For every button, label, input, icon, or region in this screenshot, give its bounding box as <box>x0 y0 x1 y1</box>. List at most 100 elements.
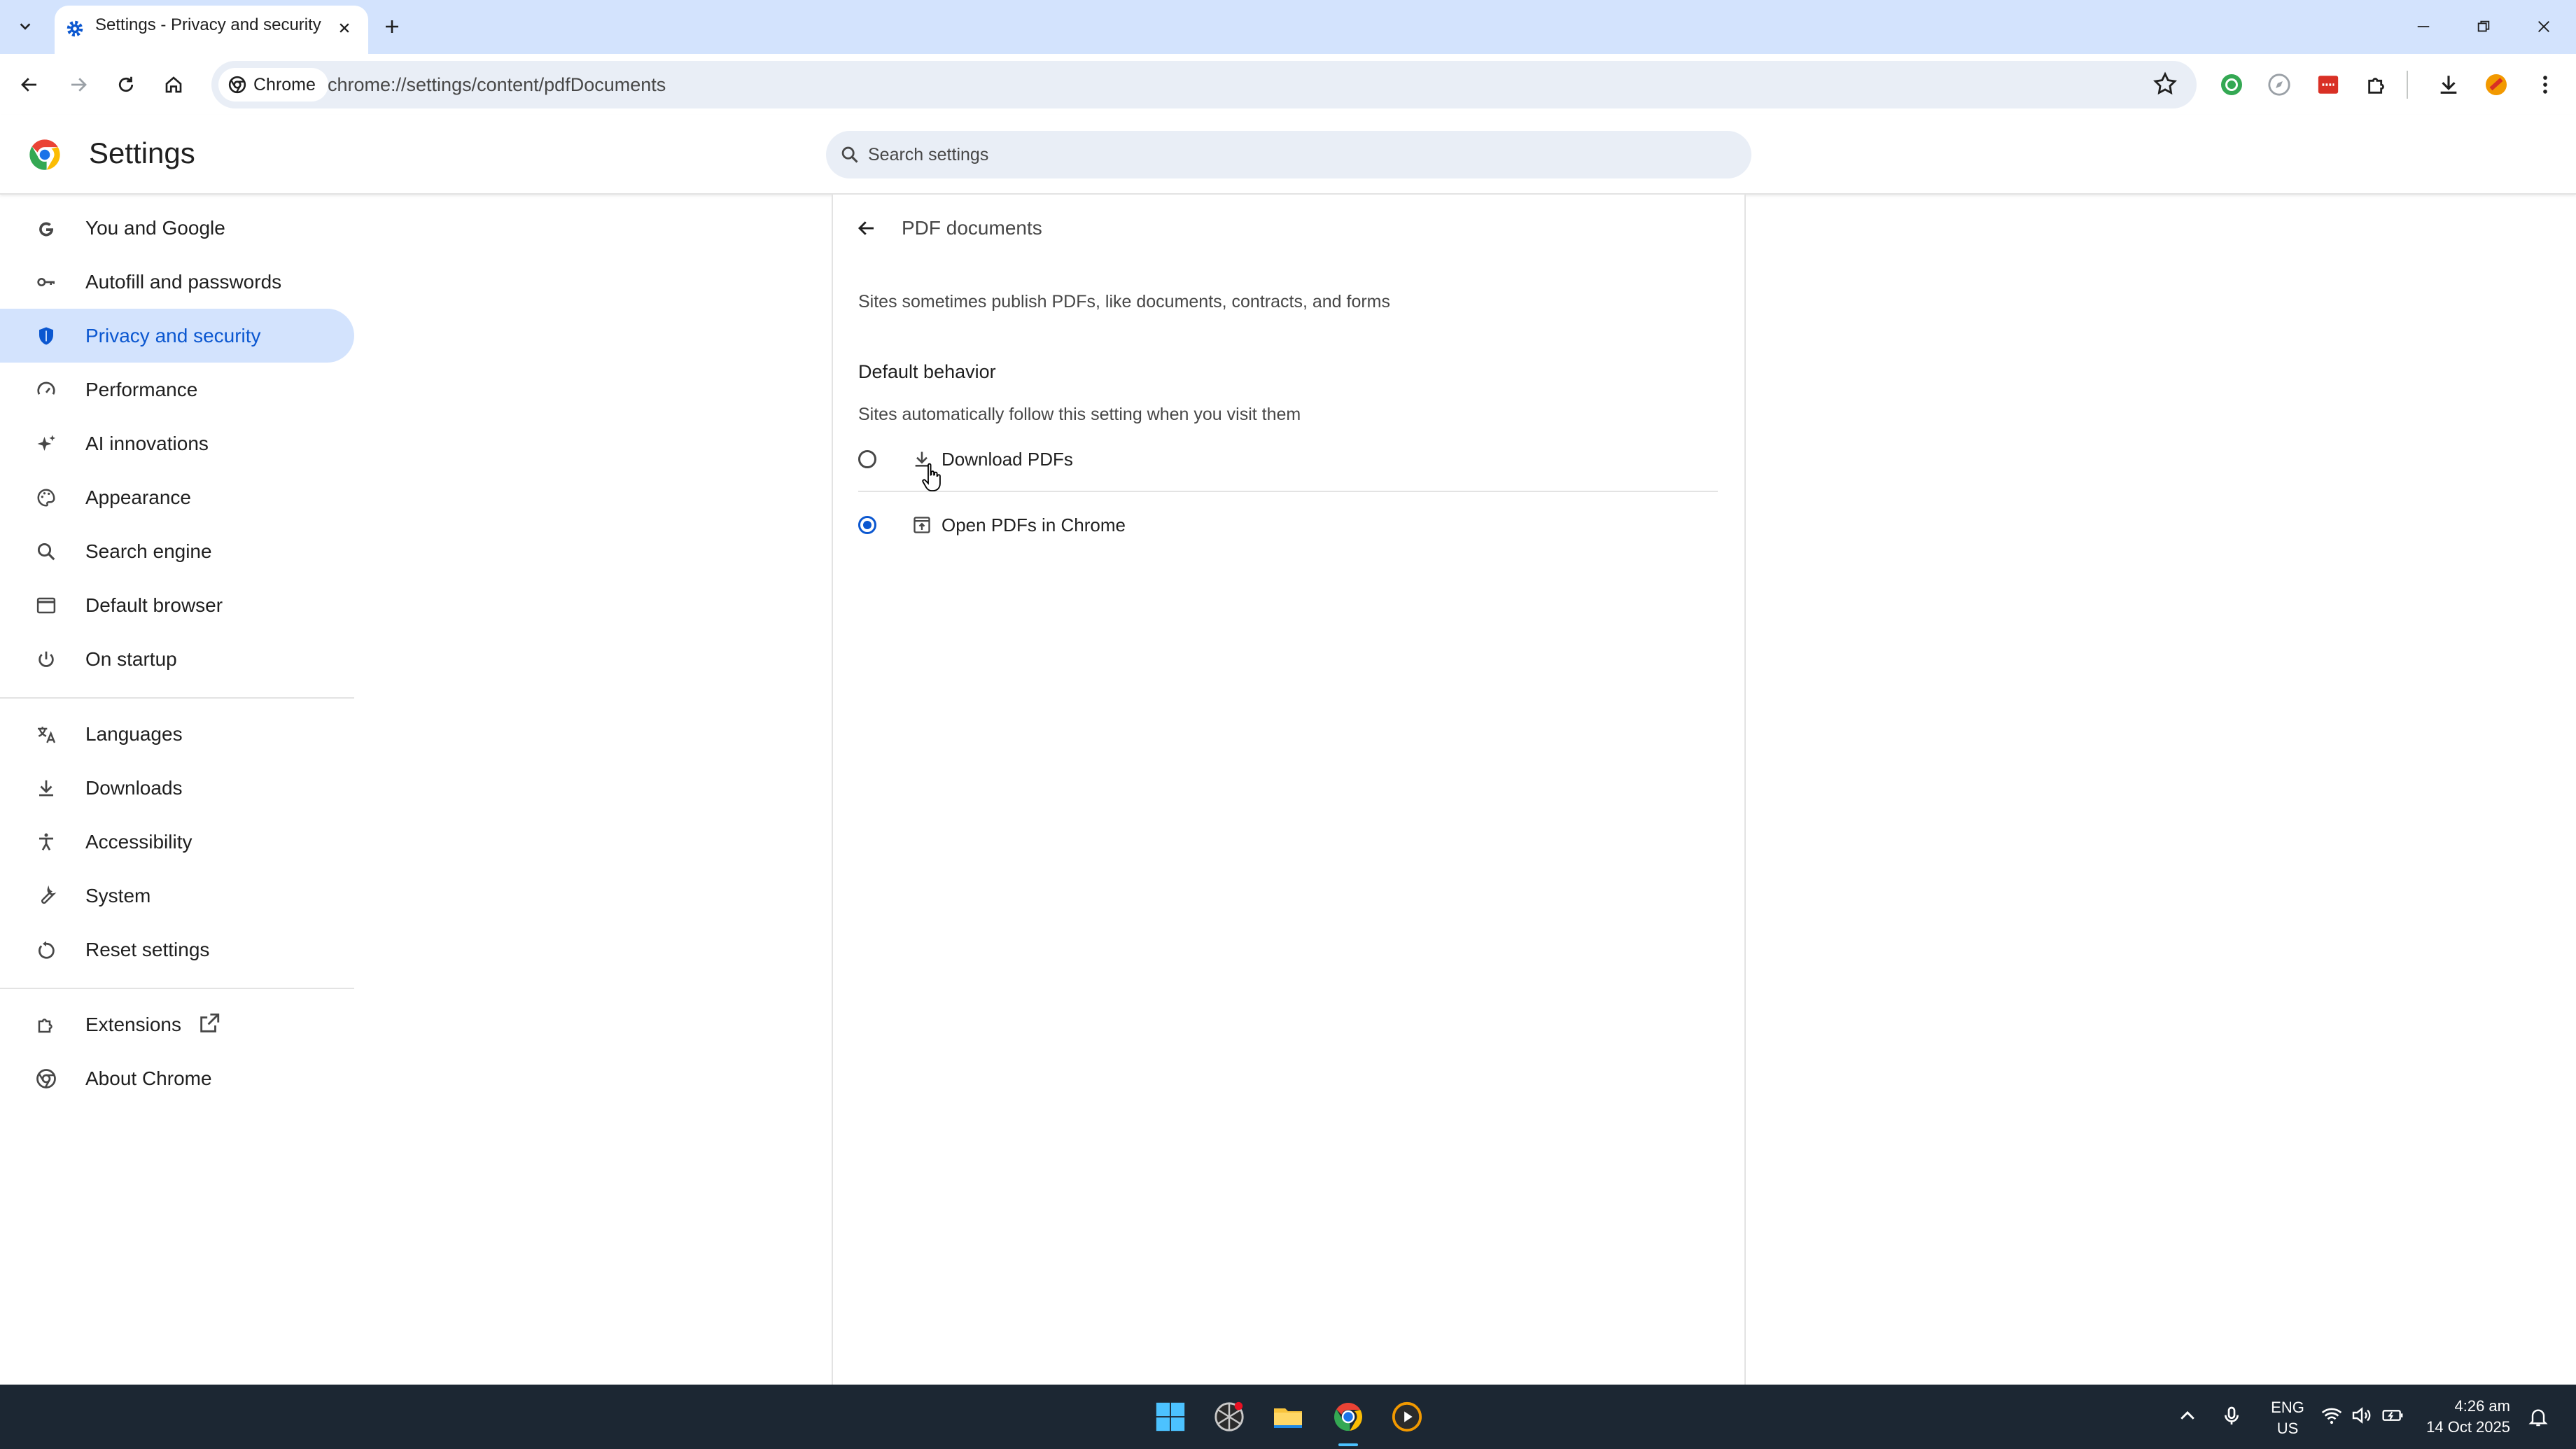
settings-search-input[interactable]: Search settings <box>826 131 1751 178</box>
sidebar-item-performance[interactable]: Performance <box>0 363 354 416</box>
plus-icon <box>384 18 400 35</box>
bookmark-star-icon[interactable] <box>2152 71 2178 97</box>
taskbar-app-chrome[interactable] <box>1327 1396 1369 1438</box>
power-icon <box>32 645 60 673</box>
hand-cursor-icon <box>920 462 945 494</box>
volume-icon[interactable] <box>2351 1404 2373 1427</box>
open-in-browser-icon <box>910 513 934 537</box>
chevron-up-icon[interactable] <box>2177 1406 2198 1427</box>
start-button[interactable] <box>1149 1396 1191 1438</box>
close-tab-icon[interactable] <box>330 14 358 42</box>
sidebar-item-label: You and Google <box>85 216 225 239</box>
search-icon <box>32 538 60 566</box>
sidebar-item-label: Extensions <box>85 1013 181 1035</box>
sidebar-item-on-startup[interactable]: On startup <box>0 632 354 686</box>
sidebar-item-label: System <box>85 884 151 906</box>
sidebar-item-languages[interactable]: Languages <box>0 707 354 761</box>
option-label: Download PDFs <box>941 449 1073 470</box>
translate-icon <box>32 720 60 748</box>
search-placeholder: Search settings <box>868 145 989 164</box>
site-info-chip[interactable]: Chrome <box>218 68 328 102</box>
taskbar-app-copilot[interactable] <box>1208 1396 1250 1438</box>
taskbar-app-media-player[interactable] <box>1386 1396 1428 1438</box>
extension-green-button[interactable] <box>2212 65 2251 104</box>
forward-button[interactable] <box>59 65 98 104</box>
microphone-icon[interactable] <box>2220 1404 2243 1428</box>
sidebar-item-label: Languages <box>85 722 183 745</box>
new-tab-button[interactable] <box>375 11 409 42</box>
sidebar-item-accessibility[interactable]: Accessibility <box>0 815 354 869</box>
page-title: PDF documents <box>902 217 1042 239</box>
sidebar-item-reset-settings[interactable]: Reset settings <box>0 923 354 976</box>
more-vert-icon <box>2533 73 2557 97</box>
sidebar-item-label: Search engine <box>85 540 212 562</box>
back-button[interactable] <box>10 65 49 104</box>
tab-title: Settings - Privacy and security <box>95 15 321 34</box>
extension-red-button[interactable] <box>2309 65 2348 104</box>
sidebar-item-system[interactable]: System <box>0 869 354 923</box>
input-language[interactable]: ENG <box>2267 1399 2309 1417</box>
arrow-left-icon <box>19 74 40 95</box>
home-button[interactable] <box>154 65 193 104</box>
downloads-button[interactable] <box>2429 65 2468 104</box>
radio-open-pdfs-in-chrome[interactable]: Open PDFs in Chrome <box>858 502 1718 551</box>
settings-title: Settings <box>89 136 195 169</box>
radio-button[interactable] <box>858 516 876 534</box>
minimize-button[interactable] <box>2404 10 2443 43</box>
sidebar-item-extensions[interactable]: Extensions <box>0 997 354 1051</box>
settings-header: Settings Search settings <box>0 115 2576 195</box>
address-bar[interactable]: Chrome chrome://settings/content/pdfDocu… <box>211 61 2197 108</box>
sidebar-item-privacy-security[interactable]: Privacy and security <box>0 309 354 363</box>
tab-settings[interactable]: Settings - Privacy and security <box>55 6 368 54</box>
sidebar-item-default-browser[interactable]: Default browser <box>0 578 354 632</box>
chrome-logo-icon <box>27 136 63 173</box>
google-g-icon <box>32 214 60 242</box>
extension-compass-button[interactable] <box>2260 65 2299 104</box>
sidebar-item-autofill[interactable]: Autofill and passwords <box>0 255 354 309</box>
toolbar-divider <box>2407 71 2408 99</box>
puzzle-icon <box>32 1011 60 1039</box>
sidebar-item-label: Autofill and passwords <box>85 270 282 293</box>
battery-icon[interactable] <box>2380 1404 2405 1427</box>
clock-date[interactable]: 14 Oct 2025 <box>2412 1418 2510 1436</box>
sidebar-item-appearance[interactable]: Appearance <box>0 470 354 524</box>
sidebar-item-search-engine[interactable]: Search engine <box>0 524 354 578</box>
sidebar-item-downloads[interactable]: Downloads <box>0 761 354 815</box>
reload-button[interactable] <box>106 65 146 104</box>
sidebar-item-label: Accessibility <box>85 830 192 853</box>
chrome-icon <box>228 76 246 94</box>
sidebar-item-about-chrome[interactable]: About Chrome <box>0 1051 354 1105</box>
sparkle-icon <box>32 430 60 458</box>
extensions-menu-button[interactable] <box>2358 65 2397 104</box>
chrome-menu-button[interactable] <box>2526 65 2565 104</box>
radio-button[interactable] <box>858 450 876 468</box>
puzzle-icon <box>2365 73 2389 97</box>
chrome-icon <box>32 1065 60 1093</box>
sidebar-item-label: On startup <box>85 648 177 670</box>
radio-download-pdfs[interactable]: Download PDFs <box>858 436 1718 485</box>
close-window-button[interactable] <box>2524 10 2563 43</box>
home-icon <box>163 74 184 95</box>
chrome-logo-icon <box>1331 1400 1365 1434</box>
tab-search-button[interactable] <box>8 11 42 42</box>
sidebar-item-label: Downloads <box>85 776 183 799</box>
sidebar-item-label: About Chrome <box>85 1067 212 1089</box>
restore-button[interactable] <box>2464 10 2503 43</box>
taskbar-app-file-explorer[interactable] <box>1267 1396 1309 1438</box>
sidebar-item-label: Performance <box>85 378 198 400</box>
profile-button[interactable] <box>2477 65 2516 104</box>
notification-bell-icon[interactable] <box>2527 1406 2549 1428</box>
sidebar-item-you-and-google[interactable]: You and Google <box>0 201 354 255</box>
wifi-icon[interactable] <box>2320 1404 2344 1427</box>
sidebar-divider <box>0 988 354 989</box>
aperture-app-icon <box>1213 1401 1245 1433</box>
input-region[interactable]: US <box>2267 1420 2309 1438</box>
option-label: Open PDFs in Chrome <box>941 514 1126 536</box>
clock-time[interactable]: 4:26 am <box>2426 1397 2511 1415</box>
back-arrow-icon[interactable] <box>853 214 881 242</box>
sidebar-item-ai-innovations[interactable]: AI innovations <box>0 416 354 470</box>
url-text[interactable]: chrome://settings/content/pdfDocuments <box>328 61 666 108</box>
compass-icon <box>2267 73 2291 97</box>
download-icon <box>2437 73 2460 97</box>
sidebar-item-label: Reset settings <box>85 938 210 960</box>
